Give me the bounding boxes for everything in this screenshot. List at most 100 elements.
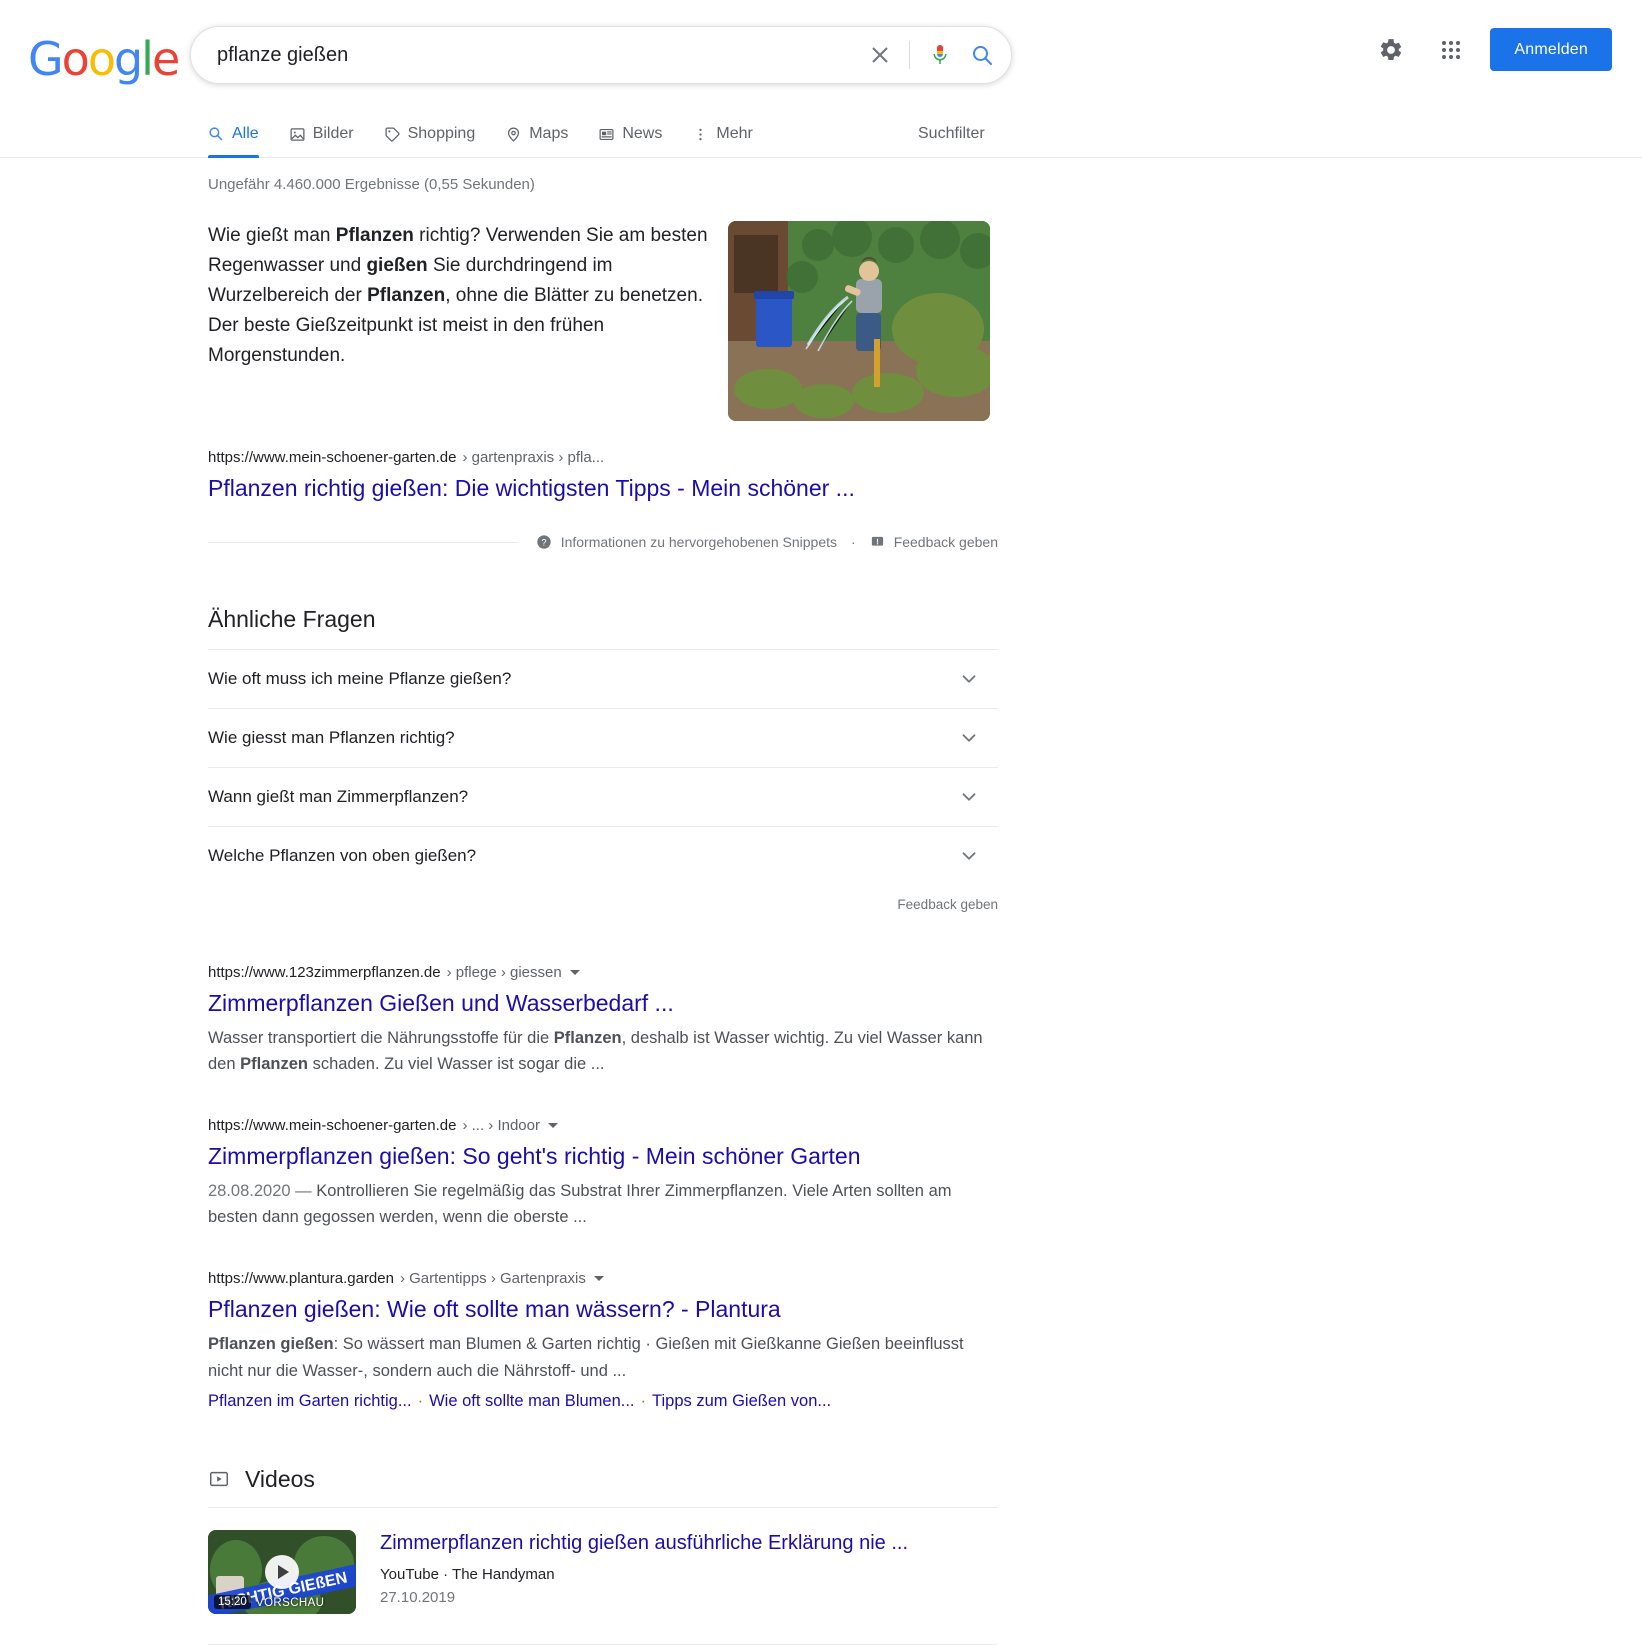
search-nav-bar: Alle Bilder Shopping Maps News Mehr Such… [0, 110, 1642, 158]
video-thumbnail[interactable]: RICHTIG GIEßEN 15:20 VORSCHAU [208, 1529, 356, 1614]
flag-icon [871, 536, 883, 546]
image-icon [289, 126, 306, 143]
tab-mehr[interactable]: Mehr [692, 109, 768, 157]
sitelink-1[interactable]: Pflanzen im Garten richtig... [208, 1392, 412, 1410]
result-url[interactable]: https://www.123zimmerpflanzen.de › pfleg… [208, 962, 1008, 983]
paa-question-1[interactable]: Wie oft muss ich meine Pflanze gießen? [208, 649, 998, 708]
clear-search-button[interactable] [860, 35, 900, 75]
chevron-down-icon [962, 793, 976, 801]
logo-letter-1: G [28, 32, 64, 86]
result-breadcrumbs: › ... › Indoor [462, 1117, 540, 1135]
garden-watering-illustration [728, 221, 990, 421]
play-icon [265, 1554, 299, 1589]
paa-question-2[interactable]: Wie giesst man Pflanzen richtig? [208, 708, 998, 767]
paa-feedback-link[interactable]: Feedback geben [208, 885, 998, 912]
logo-letter-4: g [113, 32, 143, 86]
video-icon [210, 1472, 228, 1487]
result-title[interactable]: Zimmerpflanzen gießen: So geht's richtig… [208, 1141, 1008, 1172]
result-title[interactable]: Pflanzen gießen: Wie oft sollte man wäss… [208, 1294, 1008, 1325]
search-tools-button[interactable]: Suchfilter [918, 125, 985, 143]
result-title[interactable]: Zimmerpflanzen Gießen und Wasserbedarf .… [208, 988, 1008, 1019]
result-domain: https://www.123zimmerpflanzen.de [208, 964, 441, 982]
video-preview-label: VORSCHAU [256, 1596, 325, 1609]
search-input[interactable] [215, 37, 860, 73]
tab-shopping[interactable]: Shopping [384, 109, 492, 157]
video-date: 27.10.2019 [380, 1588, 456, 1606]
search-box-container [190, 26, 1012, 84]
chevron-down-icon [962, 852, 976, 860]
videos-section: Videos RICHTIG GIEßEN 15:20 VORSCHAU Zim… [208, 1466, 998, 1614]
result-menu-arrow-icon[interactable] [569, 970, 580, 976]
tab-label: News [622, 125, 663, 142]
apps-grid-dots [1442, 40, 1461, 59]
video-title[interactable]: Zimmerpflanzen richtig gießen ausführlic… [380, 1530, 908, 1556]
result-url[interactable]: https://www.mein-schoener-garten.de › ..… [208, 1115, 1008, 1136]
divider [208, 541, 518, 543]
snippet-feedback-link[interactable]: Feedback geben [870, 534, 998, 550]
search-icon [208, 126, 225, 143]
videos-heading: Videos [245, 1465, 315, 1492]
paa-question-label: Wie oft muss ich meine Pflanze gießen? [208, 669, 512, 689]
video-source: YouTube [380, 1565, 439, 1583]
tab-label: Alle [232, 125, 259, 142]
featured-snippet-footer: ? Informationen zu hervorgehobenen Snipp… [208, 534, 998, 550]
result-sitelinks: Pflanzen im Garten richtig... · Wie oft so… [208, 1388, 1008, 1414]
pin-icon [505, 126, 522, 143]
result-snippet-text: Kontrollieren Sie regelmäßig das Substra… [208, 1182, 952, 1227]
result-domain: https://www.mein-schoener-garten.de [208, 449, 457, 466]
result-description: Wasser transportiert die Nährungsstoffe … [208, 1029, 983, 1074]
apps-grid-icon[interactable] [1430, 29, 1472, 71]
page-header: Google pflanze gießen Anmelden [0, 0, 1642, 110]
snippet-info-link[interactable]: ? Informationen zu hervorgehobenen Snipp… [536, 534, 837, 550]
logo-letter-5: l [141, 32, 154, 86]
featured-snippet-text: Wie gießt man Pflanzen richtig? Verwende… [208, 225, 708, 367]
tab-maps[interactable]: Maps [505, 109, 584, 157]
paa-question-label: Wann gießt man Zimmerpflanzen? [208, 787, 469, 807]
tab-label: Bilder [312, 125, 354, 142]
header-actions: Anmelden [1370, 28, 1612, 71]
tab-alle[interactable]: Alle [208, 109, 275, 158]
result-date: 28.08.2020 — [208, 1182, 317, 1201]
sitelink-3[interactable]: Tipps zum Gießen von... [652, 1392, 831, 1410]
result-description: Pflanzen gießen: So wässert man Blumen &… [208, 1335, 964, 1380]
featured-snippet-title[interactable]: Pflanzen richtig gießen: Die wichtigsten… [208, 473, 998, 504]
paa-question-3[interactable]: Wann gießt man Zimmerpflanzen? [208, 767, 998, 826]
search-result-1: https://www.123zimmerpflanzen.de › pfleg… [208, 962, 1008, 1077]
search-tabs: Alle Bilder Shopping Maps News Mehr [208, 109, 783, 158]
featured-snippet-source: https://www.mein-schoener-garten.de › ga… [208, 447, 998, 504]
news-icon [598, 126, 615, 143]
tab-news[interactable]: News [598, 109, 678, 157]
gear-icon[interactable] [1370, 29, 1412, 71]
featured-snippet: Wie gießt man Pflanzen richtig? Verwende… [208, 221, 998, 550]
paa-question-4[interactable]: Welche Pflanzen von oben gießen? [208, 826, 998, 885]
logo-letter-2: o [61, 32, 90, 86]
tab-bilder[interactable]: Bilder [289, 109, 370, 157]
result-menu-arrow-icon[interactable] [547, 1123, 558, 1129]
result-domain: https://www.plantura.garden [208, 1270, 394, 1288]
chevron-down-icon [962, 734, 976, 742]
voice-search-icon[interactable] [919, 34, 961, 76]
result-domain: https://www.mein-schoener-garten.de [208, 1117, 457, 1135]
logo-letter-6: e [151, 32, 180, 86]
video-result-1: RICHTIG GIEßEN 15:20 VORSCHAU Zimmerpfla… [208, 1506, 998, 1614]
videos-header: Videos [208, 1466, 998, 1493]
result-url[interactable]: https://www.plantura.garden › Gartentipp… [208, 1268, 1008, 1289]
search-divider [909, 41, 910, 69]
search-box[interactable] [190, 26, 1012, 84]
search-submit-icon[interactable] [961, 34, 1003, 76]
result-url[interactable]: https://www.mein-schoener-garten.de › ga… [208, 447, 998, 468]
result-breadcrumbs: › gartenpraxis › pfla... [462, 449, 605, 466]
search-result-3: https://www.plantura.garden › Gartentipp… [208, 1268, 1008, 1414]
sign-in-button[interactable]: Anmelden [1490, 28, 1612, 71]
featured-snippet-image[interactable] [728, 221, 990, 421]
video-channel: The Handyman [452, 1565, 555, 1583]
chevron-down-icon [962, 675, 976, 683]
result-breadcrumbs: › Gartentipps › Gartenpraxis [399, 1270, 586, 1288]
google-logo[interactable]: Google [28, 32, 180, 86]
sitelink-2[interactable]: Wie oft sollte man Blumen... [429, 1392, 634, 1410]
search-result-2: https://www.mein-schoener-garten.de › ..… [208, 1115, 1008, 1230]
people-also-ask: Ähnliche Fragen Wie oft muss ich meine P… [208, 606, 998, 912]
result-stats: Ungefähr 4.460.000 Ergebnisse (0,55 Seku… [208, 176, 535, 193]
video-info: Zimmerpflanzen richtig gießen ausführlic… [380, 1530, 908, 1614]
result-menu-arrow-icon[interactable] [593, 1276, 604, 1282]
